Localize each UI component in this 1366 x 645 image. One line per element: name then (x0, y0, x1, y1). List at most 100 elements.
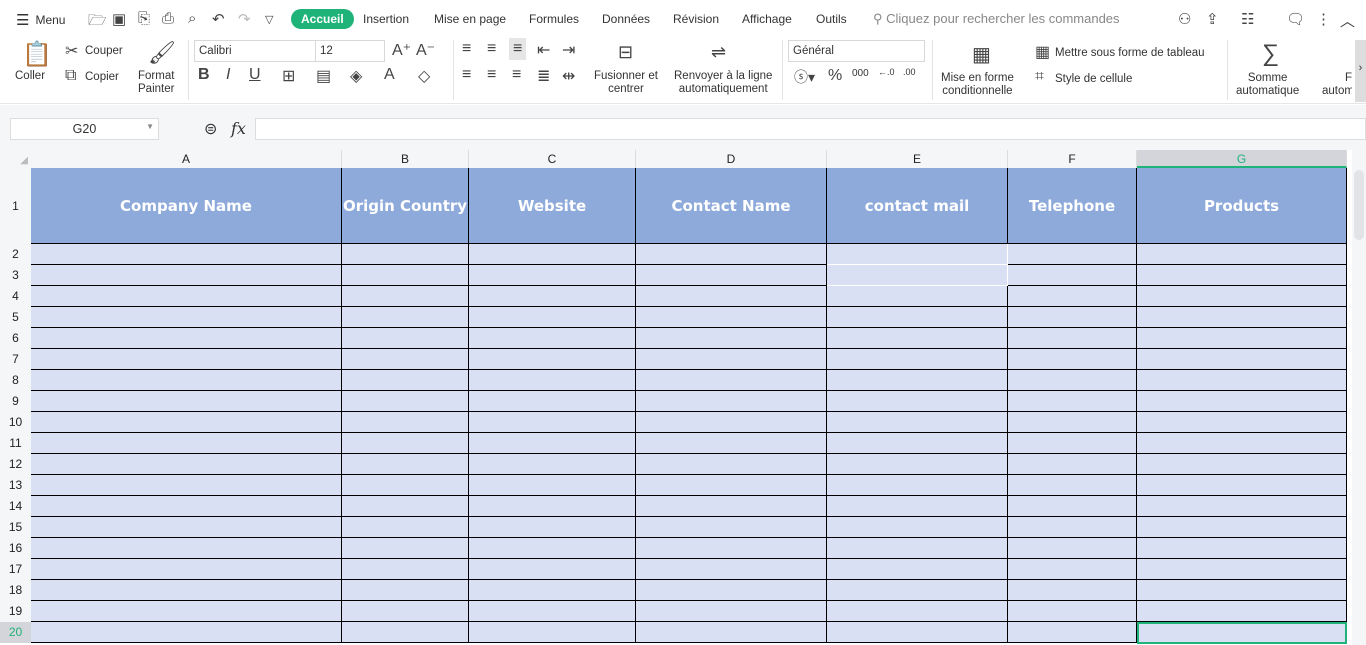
column-header-b[interactable]: B (342, 150, 469, 168)
customize-chevron-icon[interactable]: ▽ (265, 13, 273, 26)
undo-icon[interactable]: ↶ (212, 10, 225, 28)
cell-c4[interactable] (469, 286, 636, 307)
format-as-table-button[interactable]: Mettre sous forme de tableau (1055, 47, 1205, 60)
tab-formules[interactable]: Formules (529, 12, 579, 26)
comment-icon[interactable]: 🗨 (1286, 10, 1305, 28)
more-icon[interactable]: ⋮ (1316, 10, 1331, 28)
tab-insertion[interactable]: Insertion (363, 12, 409, 26)
cell-d13[interactable] (636, 475, 827, 496)
cell-a7[interactable] (31, 349, 342, 370)
cell-b3[interactable] (342, 265, 469, 286)
cell-g4[interactable] (1137, 286, 1347, 307)
italic-icon[interactable]: I (226, 66, 230, 84)
cell-e19[interactable] (827, 601, 1008, 622)
cell-c15[interactable] (469, 517, 636, 538)
cell-f11[interactable] (1008, 433, 1137, 454)
share-icon[interactable]: ⇪ (1206, 10, 1219, 28)
column-header-a[interactable]: A (31, 150, 342, 168)
cell-a15[interactable] (31, 517, 342, 538)
print-preview-icon[interactable]: ⌕ (188, 10, 196, 27)
cell-d6[interactable] (636, 328, 827, 349)
cell-c7[interactable] (469, 349, 636, 370)
cell-e7[interactable] (827, 349, 1008, 370)
cell-g8[interactable] (1137, 370, 1347, 391)
indent-icon[interactable]: ⇥ (562, 40, 575, 60)
cell-b13[interactable] (342, 475, 469, 496)
function-icon[interactable]: fx (231, 119, 246, 138)
cell-d10[interactable] (636, 412, 827, 433)
cell-b18[interactable] (342, 580, 469, 601)
cut-button[interactable]: Couper (85, 45, 123, 58)
row-header-15[interactable]: 15 (0, 517, 31, 538)
cell-e10[interactable] (827, 412, 1008, 433)
row-header-13[interactable]: 13 (0, 475, 31, 496)
cell-b12[interactable] (342, 454, 469, 475)
cell-g12[interactable] (1137, 454, 1347, 475)
align-right-icon[interactable]: ≡ (512, 66, 521, 84)
cell-g7[interactable] (1137, 349, 1347, 370)
align-left-icon[interactable]: ≡ (462, 66, 471, 84)
cell-c9[interactable] (469, 391, 636, 412)
cell-b10[interactable] (342, 412, 469, 433)
cell-e13[interactable] (827, 475, 1008, 496)
header-cell-g[interactable]: Products (1137, 168, 1347, 244)
cell-a19[interactable] (31, 601, 342, 622)
cell-g15[interactable] (1137, 517, 1347, 538)
tab-affichage[interactable]: Affichage (742, 12, 792, 26)
cell-b19[interactable] (342, 601, 469, 622)
row-header-17[interactable]: 17 (0, 559, 31, 580)
cell-g3[interactable] (1137, 265, 1347, 286)
cell-g18[interactable] (1137, 580, 1347, 601)
cell-f20[interactable] (1008, 622, 1137, 643)
cell-e6[interactable] (827, 328, 1008, 349)
header-cell-c[interactable]: Website (469, 168, 636, 244)
cell-f12[interactable] (1008, 454, 1137, 475)
row-header-10[interactable]: 10 (0, 412, 31, 433)
format-painter-button[interactable]: Format Painter (138, 70, 174, 96)
number-format-select[interactable]: Général (788, 40, 925, 62)
open-icon[interactable]: 🗁 (88, 10, 107, 35)
cell-g14[interactable] (1137, 496, 1347, 517)
cell-a6[interactable] (31, 328, 342, 349)
cell-d2[interactable] (636, 244, 827, 265)
wrap-text-button[interactable]: Renvoyer à la ligne automatiquement (674, 70, 772, 96)
cell-a12[interactable] (31, 454, 342, 475)
row-header-14[interactable]: 14 (0, 496, 31, 517)
tab-donnees[interactable]: Données (602, 12, 650, 26)
row-header-4[interactable]: 4 (0, 286, 31, 307)
header-cell-d[interactable]: Contact Name (636, 168, 827, 244)
cell-c10[interactable] (469, 412, 636, 433)
decrease-font-icon[interactable]: A⁻ (416, 40, 435, 60)
justify-icon[interactable]: ≣ (537, 66, 550, 86)
collapse-ribbon-icon[interactable]: ︿ (1340, 10, 1355, 31)
cell-style-icon[interactable]: ▤ (316, 66, 331, 86)
row-header-6[interactable]: 6 (0, 328, 31, 349)
cell-c14[interactable] (469, 496, 636, 517)
cell-b16[interactable] (342, 538, 469, 559)
tasks-icon[interactable]: ☷ (1241, 10, 1254, 28)
increase-font-icon[interactable]: A⁺ (392, 40, 411, 60)
underline-icon[interactable]: U (249, 66, 261, 84)
row-header-18[interactable]: 18 (0, 580, 31, 601)
cell-g16[interactable] (1137, 538, 1347, 559)
cell-e8[interactable] (827, 370, 1008, 391)
cell-b11[interactable] (342, 433, 469, 454)
cell-b14[interactable] (342, 496, 469, 517)
header-cell-e[interactable]: contact mail (827, 168, 1008, 244)
vertical-scrollbar[interactable] (1352, 150, 1366, 645)
cell-c16[interactable] (469, 538, 636, 559)
cell-c3[interactable] (469, 265, 636, 286)
row-header-5[interactable]: 5 (0, 307, 31, 328)
cell-g9[interactable] (1137, 391, 1347, 412)
scrollbar-thumb[interactable] (1354, 170, 1364, 240)
column-header-g[interactable]: G (1137, 150, 1347, 168)
cell-f3[interactable] (1008, 265, 1137, 286)
cell-c17[interactable] (469, 559, 636, 580)
conditional-format-button[interactable]: Mise en forme conditionnelle (941, 72, 1014, 98)
cell-a9[interactable] (31, 391, 342, 412)
cell-c18[interactable] (469, 580, 636, 601)
row-header-16[interactable]: 16 (0, 538, 31, 559)
cell-b5[interactable] (342, 307, 469, 328)
cell-c13[interactable] (469, 475, 636, 496)
cell-a5[interactable] (31, 307, 342, 328)
